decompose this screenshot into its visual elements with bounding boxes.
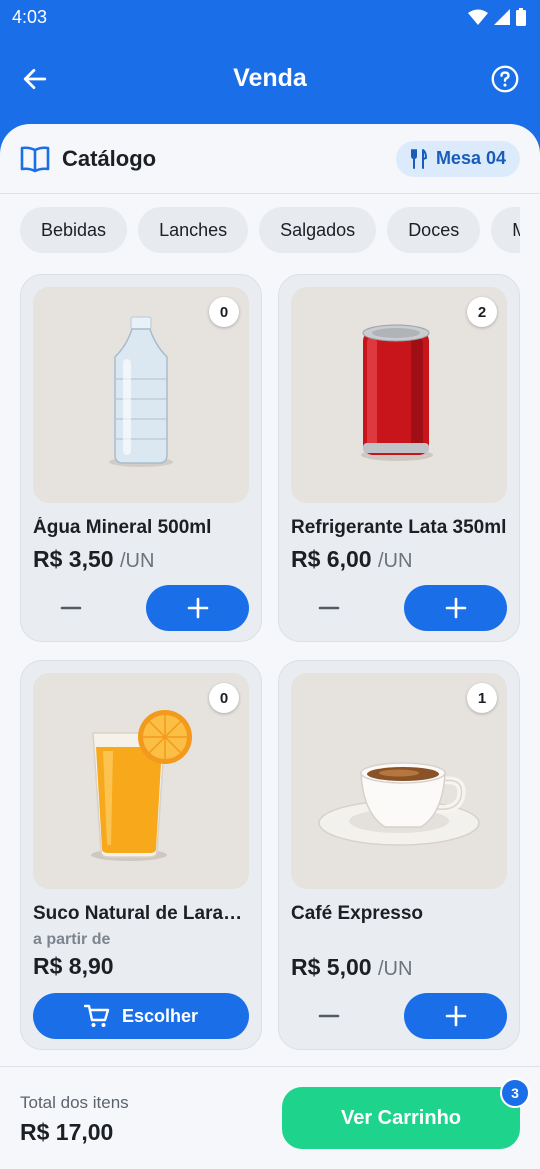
view-cart-label: Ver Carrinho (340, 1106, 462, 1129)
category-chip[interactable]: Lanches (138, 207, 249, 253)
category-chips: Bebidas Lanches Salgados Doces M (20, 207, 520, 253)
product-name: Refrigerante Lata 350ml (291, 517, 507, 538)
quantity-badge: 0 (209, 683, 239, 713)
category-chip[interactable]: M (491, 207, 520, 253)
utensils-icon (410, 148, 427, 169)
choose-button-label: Escolher (121, 1005, 199, 1026)
decrease-button[interactable] (51, 588, 91, 628)
choose-button[interactable]: Escolher (33, 993, 249, 1039)
product-price: R$ 6,00 /UN (291, 546, 413, 572)
content-sheet: Catálogo Mesa 04 Bebidas Lanches Salgado… (0, 124, 540, 1169)
minus-icon (60, 606, 82, 610)
catalog-title: Catálogo (62, 145, 157, 171)
cart-summary-bar: Total dos itens R$ 17,00 Ver Carrinho 3 (0, 1066, 540, 1169)
status-time: 4:03 (12, 6, 48, 27)
book-icon (20, 145, 50, 172)
page-title: Venda (233, 63, 307, 92)
product-name: Suco Natural de Laranja (33, 903, 249, 924)
table-badge-label: Mesa 04 (435, 148, 506, 168)
signal-icon (494, 9, 510, 25)
product-price: R$ 3,50 /UN (33, 546, 155, 572)
product-image: 1 (291, 673, 507, 889)
product-card[interactable]: 1 Café Expresso R$ 5,00 /UN (278, 660, 520, 1050)
back-button[interactable] (20, 64, 50, 94)
cart-count-badge: 3 (500, 1078, 530, 1108)
catalog-header: Catálogo Mesa 04 (0, 124, 540, 194)
minus-icon (318, 606, 340, 610)
app-bar: Venda (0, 34, 540, 124)
plus-icon (445, 597, 466, 619)
quantity-badge: 1 (467, 683, 497, 713)
category-chip[interactable]: Doces (387, 207, 481, 253)
help-button[interactable] (490, 64, 520, 94)
minus-icon (318, 1014, 340, 1018)
plus-icon (445, 1005, 466, 1027)
product-image: 0 (33, 287, 249, 503)
product-price: R$ 5,00 /UN (291, 954, 413, 980)
view-cart-button[interactable]: Ver Carrinho (282, 1087, 520, 1149)
battery-icon (516, 8, 526, 26)
category-chip[interactable]: Salgados (259, 207, 377, 253)
decrease-button[interactable] (309, 588, 349, 628)
total-label: Total dos itens (20, 1093, 129, 1112)
quantity-badge: 2 (467, 297, 497, 327)
product-card[interactable]: 2 Refrigerante Lata 350ml R$ 6,00 /UN (278, 274, 520, 642)
product-card[interactable]: 0 Suco Natural de Laranja a partir de R$… (20, 660, 262, 1050)
increase-button[interactable] (404, 993, 507, 1039)
arrow-left-icon (23, 68, 47, 90)
status-bar: 4:03 (0, 0, 540, 34)
price-from-label: a partir de (33, 931, 111, 948)
decrease-button[interactable] (309, 996, 349, 1036)
product-card[interactable]: 0 Água Mineral 500ml R$ 3,50 /UN (20, 274, 262, 642)
plus-icon (187, 597, 208, 619)
product-image: 2 (291, 287, 507, 503)
product-price: R$ 8,90 (33, 953, 114, 979)
cart-icon (83, 1004, 110, 1027)
help-circle-icon (491, 65, 519, 93)
product-name: Água Mineral 500ml (33, 517, 212, 538)
table-badge[interactable]: Mesa 04 (395, 140, 520, 177)
total-value: R$ 17,00 (20, 1119, 114, 1145)
product-image: 0 (33, 673, 249, 889)
product-name: Café Expresso (291, 903, 424, 924)
increase-button[interactable] (404, 585, 507, 631)
increase-button[interactable] (146, 585, 249, 631)
category-chip[interactable]: Bebidas (20, 207, 128, 253)
wifi-icon (468, 9, 488, 25)
quantity-badge: 0 (209, 297, 239, 327)
